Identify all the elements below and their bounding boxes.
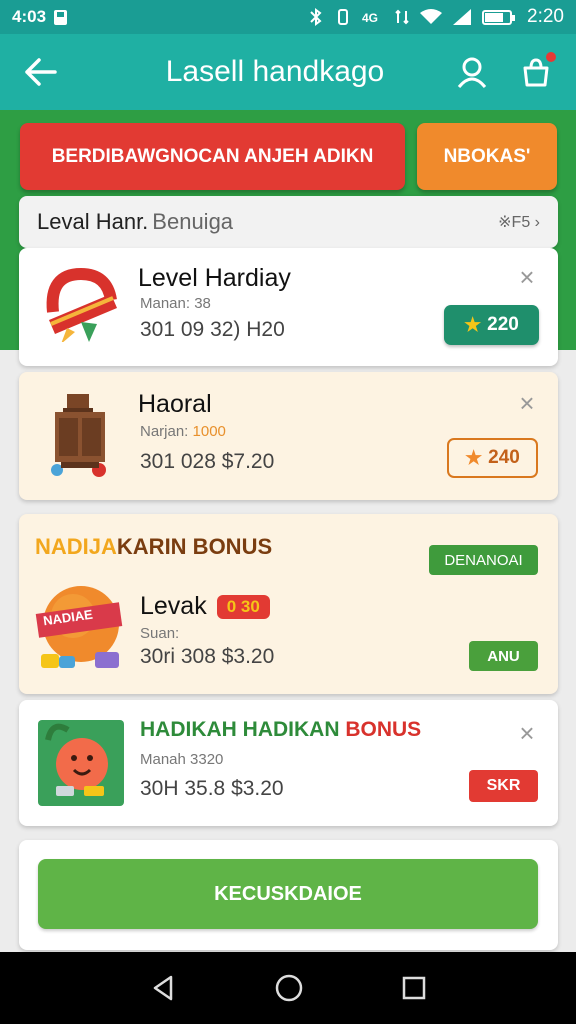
data-icon	[395, 9, 409, 25]
secondary-action-button[interactable]: NBOKAS'	[417, 123, 557, 190]
notification-dot	[544, 50, 558, 64]
hadikah-title-a: HADIKAH HADIKAN	[140, 718, 340, 741]
bonus-title-text: Levak	[140, 592, 207, 620]
status-time: 2:20	[527, 6, 564, 27]
vibrate-icon	[338, 9, 349, 25]
status-bar: 4:03 4G 2:20	[0, 0, 576, 34]
close-icon[interactable]: ×	[514, 390, 540, 416]
item-title: Haoral	[138, 390, 212, 418]
status-left-text: 4:03	[12, 7, 47, 26]
list-item[interactable]: Level Hardiay Manan: 38 301 09 32) H20 ×…	[19, 248, 558, 366]
item-meta: 301 09 32) H20	[140, 318, 285, 341]
sd-card-icon	[54, 9, 68, 25]
bonus-sub: Suan:	[140, 625, 180, 642]
user-icon	[457, 57, 487, 88]
svg-text:4G: 4G	[362, 11, 378, 25]
network-icon: 4G	[362, 11, 378, 25]
close-icon[interactable]: ×	[514, 264, 540, 290]
hadikah-card[interactable]: HADIKAH HADIKAN BONUS Manah 3320 30H 35.…	[19, 700, 558, 826]
system-nav-bar	[0, 952, 576, 1024]
item-sub: Narjan: 1000	[140, 423, 226, 440]
bonus-heading: NADIJAKARIN BONUS	[35, 534, 272, 560]
points-value: 220	[487, 314, 519, 335]
square-recents-icon[interactable]	[401, 975, 427, 1001]
hadikah-title: HADIKAH HADIKAN BONUS	[140, 718, 421, 742]
footer-card: KECUSKDAIOE	[19, 840, 558, 950]
points-value: 240	[488, 447, 520, 468]
list-header: Leval Hanr. Benuiga ※F5 ›	[19, 196, 558, 248]
arrow-left-icon	[25, 58, 57, 86]
cabinet-icon	[51, 394, 106, 477]
page-title: Lasell handkago	[165, 55, 385, 88]
bonus-heading-a: NADIJA	[35, 534, 117, 559]
hadikah-meta: 30H 35.8 $3.20	[140, 777, 284, 800]
hadikah-title-b: BONUS	[345, 718, 422, 741]
points-button[interactable]: ★ 240	[447, 438, 538, 478]
wifi-icon	[420, 9, 443, 24]
star-icon: ★	[464, 314, 482, 336]
profile-button[interactable]	[440, 34, 504, 110]
item-sub-label: Narjan:	[140, 423, 189, 440]
hadikah-action-button[interactable]: SKR	[469, 770, 538, 802]
footer-primary-button[interactable]: KECUSKDAIOE	[38, 859, 538, 929]
bonus-title: Levak 0 30	[140, 592, 270, 621]
bonus-action-button[interactable]: ANU	[469, 641, 538, 671]
item-meta: 301 028 $7.20	[140, 450, 275, 473]
points-button[interactable]: ★ 220	[444, 305, 539, 345]
list-item[interactable]: Haoral Narjan: 1000 301 028 $7.20 × ★ 24…	[19, 372, 558, 500]
ball-bonus-icon	[35, 586, 123, 668]
bonus-meta: 30ri 308 $3.20	[140, 645, 275, 668]
item-sub-highlight: 1000	[192, 423, 226, 440]
list-header-title: Leval Hanr.	[37, 209, 149, 234]
item-sub: Manan: 38	[140, 295, 211, 312]
app-bar: Lasell handkago	[0, 34, 576, 110]
fruit-character-icon	[38, 720, 124, 806]
circle-home-icon[interactable]	[274, 973, 304, 1003]
item-title: Level Hardiay	[138, 264, 291, 292]
battery-icon	[482, 9, 516, 25]
back-button[interactable]	[0, 34, 80, 110]
gift-bow-icon	[46, 267, 117, 342]
hadikah-sub: Manah 3320	[140, 751, 224, 768]
bonus-card[interactable]: NADIJAKARIN BONUS DENANOAI NADIAE Levak …	[19, 514, 558, 694]
bonus-heading-b: KARIN BONUS	[116, 534, 273, 559]
star-icon: ★	[465, 447, 483, 469]
list-header-more[interactable]: ※F5 ›	[498, 212, 540, 232]
list-header-muted: Benuiga	[152, 209, 234, 234]
close-icon[interactable]: ×	[514, 720, 540, 746]
bonus-title-badge: 0 30	[216, 594, 270, 619]
bonus-tag-button[interactable]: DENANOAI	[429, 545, 538, 575]
bag-button[interactable]	[504, 34, 568, 110]
triangle-back-icon[interactable]	[149, 974, 177, 1002]
primary-action-button[interactable]: BERDIBAWGNOCAN ANJEH ADIKN	[20, 123, 405, 190]
signal-icon	[453, 9, 472, 25]
bluetooth-off-icon	[310, 8, 322, 26]
